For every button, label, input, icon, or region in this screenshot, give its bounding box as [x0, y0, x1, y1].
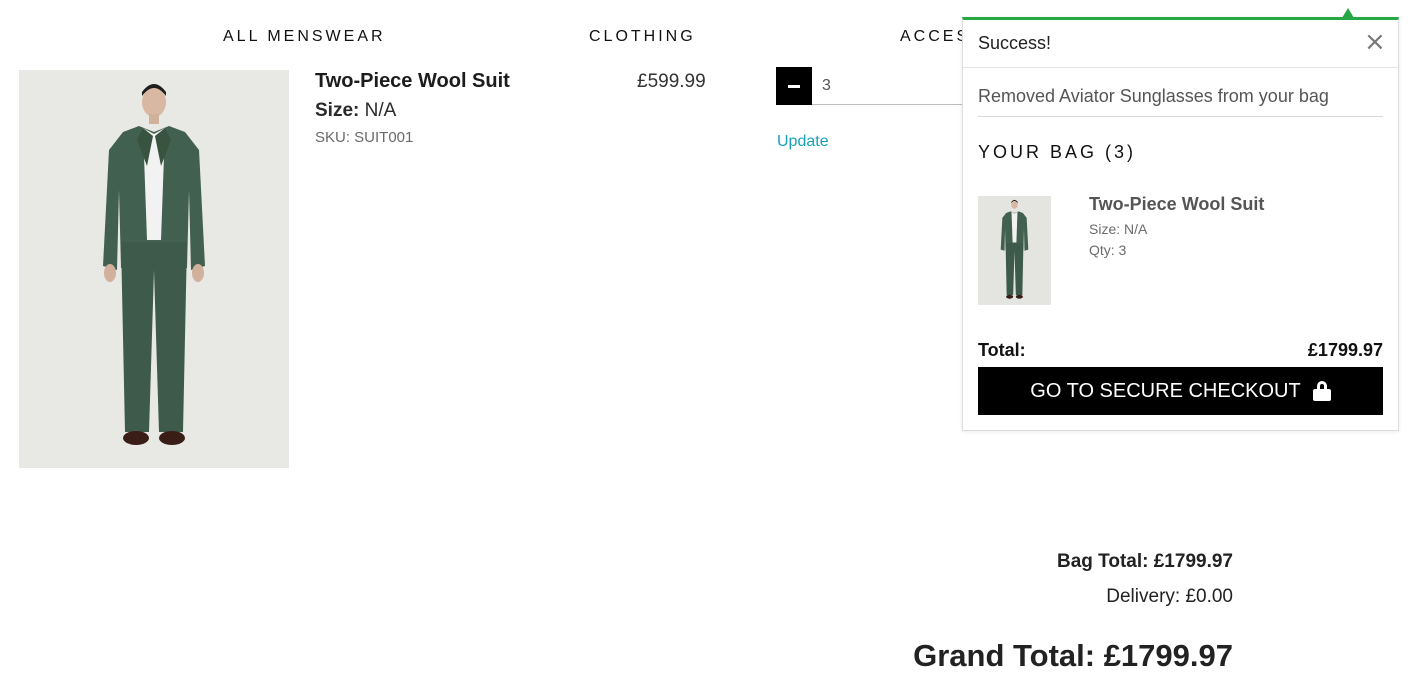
checkout-label: GO TO SECURE CHECKOUT	[1030, 379, 1301, 402]
toast-header: Success! ×	[963, 20, 1398, 68]
item-name: Two-Piece Wool Suit	[315, 70, 510, 92]
item-size-value: N/A	[364, 100, 397, 121]
product-image	[19, 70, 289, 468]
item-sku: SKU: SUIT001	[315, 129, 414, 146]
update-link[interactable]: Update	[777, 133, 829, 151]
item-price: £599.99	[637, 71, 706, 92]
nav-clothing[interactable]: CLOTHING	[589, 28, 696, 46]
item-size-label: Size:	[315, 100, 360, 121]
delivery-cost: Delivery: £0.00	[1106, 586, 1233, 607]
toast-total-value: £1799.97	[1307, 340, 1383, 360]
toast-message: Removed Aviator Sunglasses from your bag	[978, 86, 1383, 117]
lock-icon	[1312, 381, 1331, 401]
decrement-quantity-button[interactable]	[776, 67, 812, 105]
bag-total: Bag Total: £1799.97	[1056, 551, 1233, 572]
bag-item-qty: Qty: 3	[1089, 242, 1127, 258]
toast-total-label: Total:	[978, 340, 1026, 360]
nav-accessories[interactable]: ACCES	[900, 28, 970, 46]
grand-total: Grand Total: £1799.97	[913, 638, 1233, 673]
bag-item-thumbnail[interactable]	[978, 196, 1051, 305]
success-toast: Success! × Removed Aviator Sunglasses fr…	[962, 17, 1399, 431]
bag-item-size: Size: N/A	[1089, 221, 1148, 237]
close-icon[interactable]: ×	[1364, 29, 1386, 55]
item-size: Size: N/A	[315, 100, 396, 122]
nav-all-menswear[interactable]: ALL MENSWEAR	[223, 28, 386, 46]
bag-item-name: Two-Piece Wool Suit	[1089, 194, 1265, 214]
toast-title: Success!	[978, 33, 1052, 53]
secure-checkout-button[interactable]: GO TO SECURE CHECKOUT	[978, 367, 1383, 415]
quantity-input[interactable]	[812, 67, 972, 105]
bag-heading: YOUR BAG (3)	[978, 142, 1137, 162]
minus-icon	[788, 84, 800, 88]
